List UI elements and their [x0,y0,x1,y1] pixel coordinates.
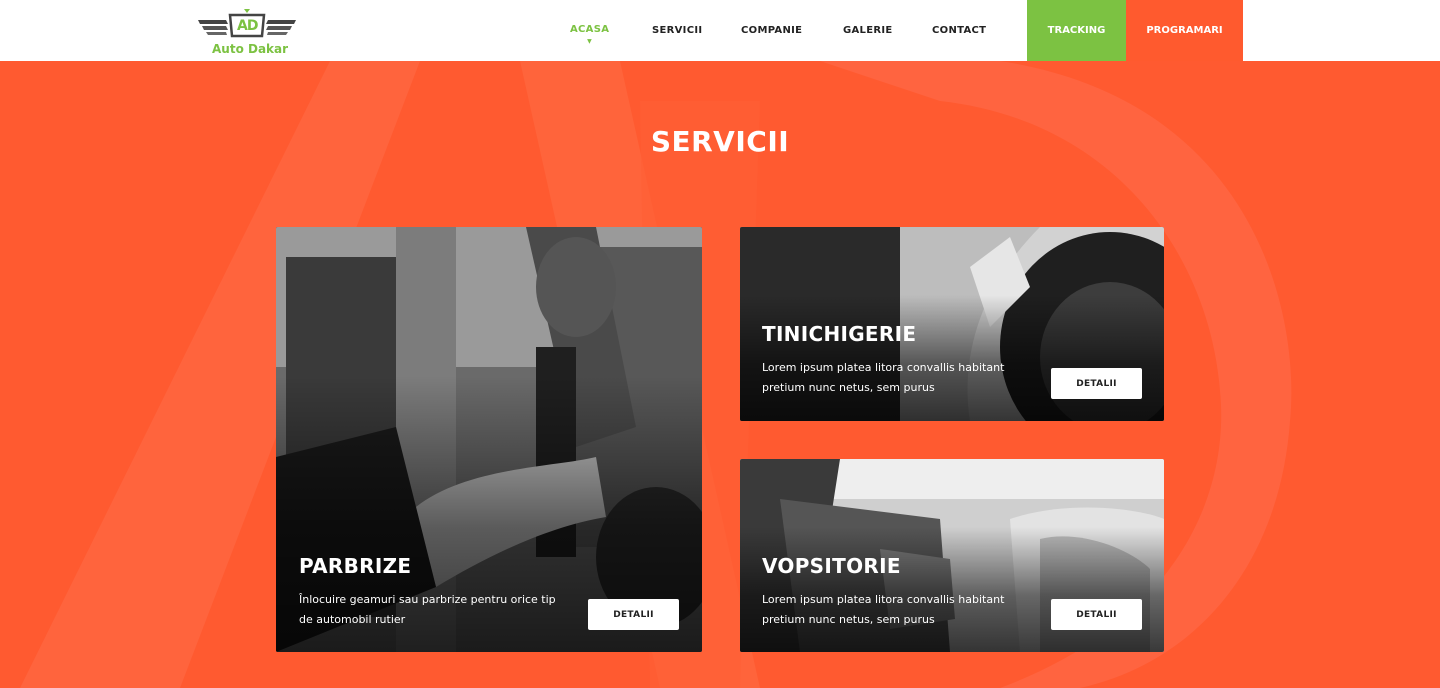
nav-item-companie[interactable]: COMPANIE [741,25,802,36]
programari-button[interactable]: PROGRAMARI [1126,0,1243,61]
card-description-line: pretium nunc netus, sem purus [762,381,935,394]
card-description-line: Înlocuire geamuri sau parbrize pentru or… [299,593,556,606]
card-description: Lorem ipsum platea litora convallis habi… [762,358,1032,398]
nav-item-contact[interactable]: CONTACT [932,25,986,36]
card-description: Înlocuire geamuri sau parbrize pentru or… [299,590,579,630]
details-button[interactable]: DETALII [1051,368,1142,399]
service-card-vopsitorie[interactable]: VOPSITORIE Lorem ipsum platea litora con… [740,459,1164,652]
card-description-line: Lorem ipsum platea litora convallis habi… [762,593,1005,606]
nav-item-label: COMPANIE [741,25,803,36]
site-header: AD Auto Dakar ACASA ▼ SERVICII COMPANIE … [0,0,1440,61]
active-indicator-icon: ▼ [587,38,593,45]
services-section: SERVICII PARBRIZE Înlocuire geamuri sau … [0,61,1440,688]
auto-dakar-logo[interactable]: AD Auto Dakar [196,6,298,58]
details-button[interactable]: DETALII [1051,599,1142,630]
service-card-parbrize[interactable]: PARBRIZE Înlocuire geamuri sau parbrize … [276,227,702,652]
logo-wordmark: Auto Dakar [212,42,289,56]
card-description-line: pretium nunc netus, sem purus [762,613,935,626]
card-title: TINICHIGERIE [762,322,917,346]
service-card-tinichigerie[interactable]: TINICHIGERIE Lorem ipsum platea litora c… [740,227,1164,421]
nav-item-servicii[interactable]: SERVICII [652,25,702,36]
nav-item-label: ACASA [570,24,610,35]
nav-item-acasa[interactable]: ACASA ▼ [570,24,610,45]
section-title: SERVICII [650,125,790,158]
nav-item-label: GALERIE [843,25,893,36]
details-button[interactable]: DETALII [588,599,679,630]
card-description: Lorem ipsum platea litora convallis habi… [762,590,1032,630]
card-description-line: Lorem ipsum platea litora convallis habi… [762,361,1005,374]
card-description-line: de automobil rutier [299,613,406,626]
card-title: PARBRIZE [299,554,412,578]
nav-item-label: CONTACT [932,25,987,36]
logo-monogram: AD [237,18,258,34]
nav-item-label: SERVICII [652,25,703,36]
nav-item-galerie[interactable]: GALERIE [843,25,893,36]
card-title: VOPSITORIE [762,554,901,578]
tracking-button[interactable]: TRACKING [1027,0,1126,61]
